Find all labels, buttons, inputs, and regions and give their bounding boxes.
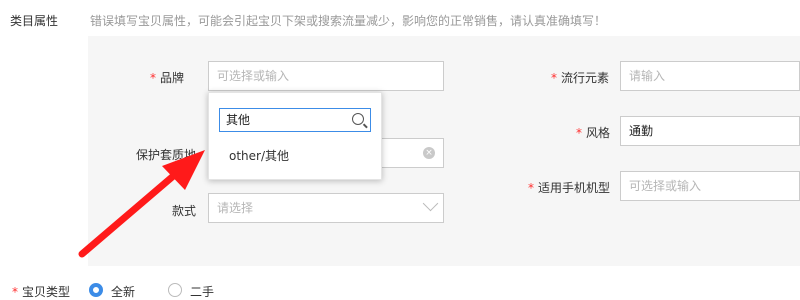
item-type-label: * 宝贝类型 [12, 285, 71, 299]
radio-new-label: 全新 [111, 285, 136, 299]
radio-new[interactable] [89, 283, 103, 297]
radio-used[interactable] [168, 283, 182, 297]
annotation-arrow [78, 150, 205, 258]
radio-used-label: 二手 [190, 285, 215, 299]
required-mark: * [12, 285, 18, 299]
